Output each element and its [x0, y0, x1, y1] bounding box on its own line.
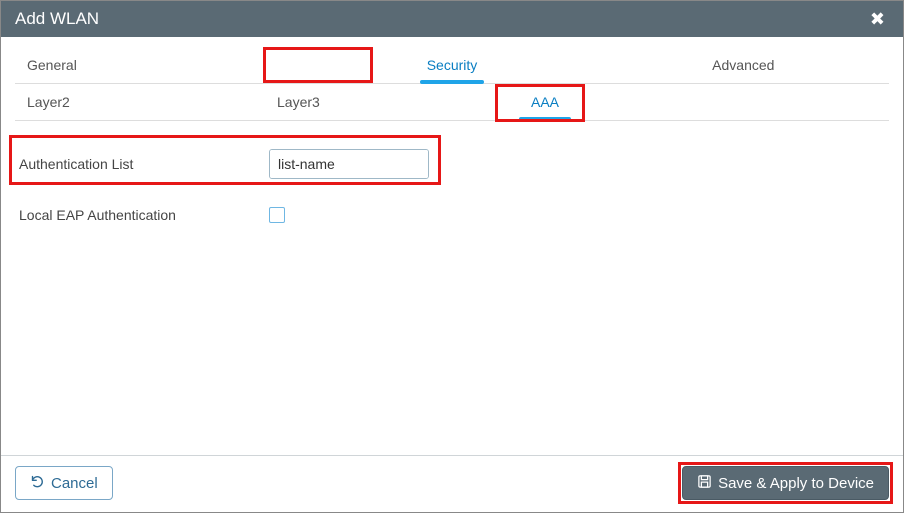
cancel-button[interactable]: Cancel: [15, 466, 113, 500]
save-apply-button[interactable]: Save & Apply to Device: [682, 466, 889, 500]
tab-security[interactable]: Security: [306, 49, 597, 83]
dialog-footer: Cancel Save & Apply to Device: [1, 455, 903, 512]
subtab-aaa[interactable]: AAA: [485, 84, 605, 120]
auth-list-combobox[interactable]: [269, 149, 429, 179]
window-title: Add WLAN: [15, 9, 99, 29]
close-icon[interactable]: ✖: [866, 9, 889, 30]
save-icon: [697, 474, 712, 493]
row-local-eap: Local EAP Authentication: [19, 207, 885, 223]
add-wlan-dialog: Add WLAN ✖ General Security Advanced: [0, 0, 904, 513]
titlebar: Add WLAN ✖: [1, 1, 903, 37]
subtab-aaa-label: AAA: [531, 94, 559, 110]
dialog-body: General Security Advanced Layer2 Layer3: [1, 37, 903, 455]
tab-general[interactable]: General: [15, 49, 306, 83]
sub-tabs-wrap: Layer2 Layer3 AAA: [15, 84, 889, 121]
row-authentication-list: Authentication List: [19, 149, 885, 179]
local-eap-label: Local EAP Authentication: [19, 207, 269, 223]
auth-list-input[interactable]: [270, 150, 429, 178]
main-tabs-wrap: General Security Advanced: [15, 49, 889, 84]
subtab-layer2-label: Layer2: [27, 94, 70, 110]
tab-general-label: General: [27, 57, 77, 73]
tab-security-label: Security: [427, 57, 478, 73]
subtab-layer3[interactable]: Layer3: [265, 84, 485, 120]
tab-advanced[interactable]: Advanced: [598, 49, 889, 83]
tab-advanced-label: Advanced: [712, 57, 774, 73]
sub-tabs: Layer2 Layer3 AAA: [15, 84, 889, 121]
subtab-layer3-label: Layer3: [277, 94, 320, 110]
local-eap-checkbox[interactable]: [269, 207, 285, 223]
save-button-label: Save & Apply to Device: [718, 475, 874, 492]
form-content: Authentication List Local EAP Authentica…: [15, 121, 889, 455]
auth-list-label: Authentication List: [19, 156, 269, 172]
subtab-layer2[interactable]: Layer2: [15, 84, 265, 120]
cancel-button-label: Cancel: [51, 475, 98, 492]
undo-icon: [30, 474, 45, 493]
main-tabs: General Security Advanced: [15, 49, 889, 84]
